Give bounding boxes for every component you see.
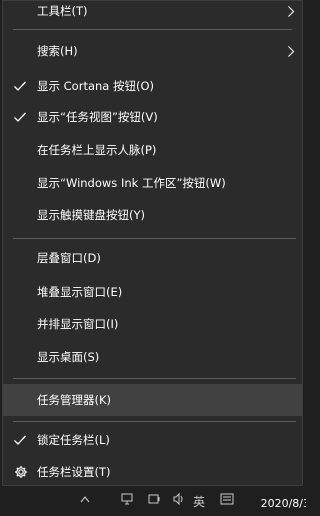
input-method-indicator[interactable]: 英 — [193, 493, 205, 510]
taskbar-context-menu: 工具栏(T) 搜索(H) 显示 Cortana 按钮(O) 显示“任务视图”按钮… — [2, 0, 303, 486]
menu-item-label: 锁定任务栏(L) — [37, 433, 110, 447]
menu-item-label: 层叠窗口(D) — [37, 251, 101, 265]
menu-item-show-cortana[interactable]: 显示 Cortana 按钮(O) — [3, 71, 302, 101]
menu-item-label: 显示触摸键盘按钮(Y) — [37, 208, 145, 222]
menu-item-side-by-side[interactable]: 并排显示窗口(I) — [3, 309, 302, 339]
battery-icon[interactable] — [147, 492, 161, 506]
taskbar: 英 2020/8/3 — [0, 488, 306, 516]
menu-item-cascade-windows[interactable]: 层叠窗口(D) — [3, 243, 302, 273]
menu-separator — [13, 238, 296, 239]
menu-item-label: 堆叠显示窗口(E) — [37, 285, 123, 299]
menu-item-show-task-view[interactable]: 显示“任务视图”按钮(V) — [3, 102, 302, 132]
menu-item-stack-windows[interactable]: 堆叠显示窗口(E) — [3, 277, 302, 307]
menu-item-label: 任务栏设置(T) — [37, 465, 111, 479]
keyboard-icon[interactable] — [220, 493, 234, 505]
menu-item-taskbar-settings[interactable]: 任务栏设置(T) — [3, 457, 302, 487]
chevron-up-icon[interactable] — [80, 495, 90, 503]
menu-item-show-touch-keyboard[interactable]: 显示触摸键盘按钮(Y) — [3, 200, 302, 230]
checkmark-icon — [14, 112, 26, 122]
menu-item-show-windows-ink[interactable]: 显示“Windows Ink 工作区”按钮(W) — [3, 168, 302, 198]
menu-item-label: 搜索(H) — [37, 44, 78, 58]
gear-icon — [15, 466, 27, 478]
menu-item-show-desktop[interactable]: 显示桌面(S) — [3, 342, 302, 372]
menu-item-label: 在任务栏上显示人脉(P) — [37, 143, 157, 157]
menu-item-label: 任务管理器(K) — [37, 393, 112, 407]
menu-item-toolbars[interactable]: 工具栏(T) — [3, 0, 302, 26]
clock-date[interactable]: 2020/8/3 — [261, 497, 306, 510]
menu-item-lock-taskbar[interactable]: 锁定任务栏(L) — [3, 425, 302, 455]
chevron-right-icon — [288, 46, 295, 57]
network-icon[interactable] — [120, 492, 134, 506]
menu-separator — [13, 29, 292, 30]
volume-icon[interactable] — [172, 492, 186, 506]
checkmark-icon — [14, 435, 26, 445]
menu-item-search[interactable]: 搜索(H) — [3, 36, 302, 66]
menu-item-task-manager[interactable]: 任务管理器(K) — [3, 384, 302, 416]
screen: 工具栏(T) 搜索(H) 显示 Cortana 按钮(O) 显示“任务视图”按钮… — [0, 0, 306, 516]
menu-item-label: 工具栏(T) — [37, 4, 88, 18]
menu-item-label: 显示“任务视图”按钮(V) — [37, 110, 158, 124]
menu-separator — [13, 378, 296, 379]
menu-item-show-people[interactable]: 在任务栏上显示人脉(P) — [3, 135, 302, 165]
menu-item-label: 显示“Windows Ink 工作区”按钮(W) — [37, 176, 226, 190]
menu-item-label: 并排显示窗口(I) — [37, 317, 119, 331]
checkmark-icon — [14, 81, 26, 91]
menu-separator — [13, 421, 296, 422]
menu-item-label: 显示 Cortana 按钮(O) — [37, 79, 155, 93]
chevron-right-icon — [288, 6, 295, 17]
menu-item-label: 显示桌面(S) — [37, 350, 100, 364]
